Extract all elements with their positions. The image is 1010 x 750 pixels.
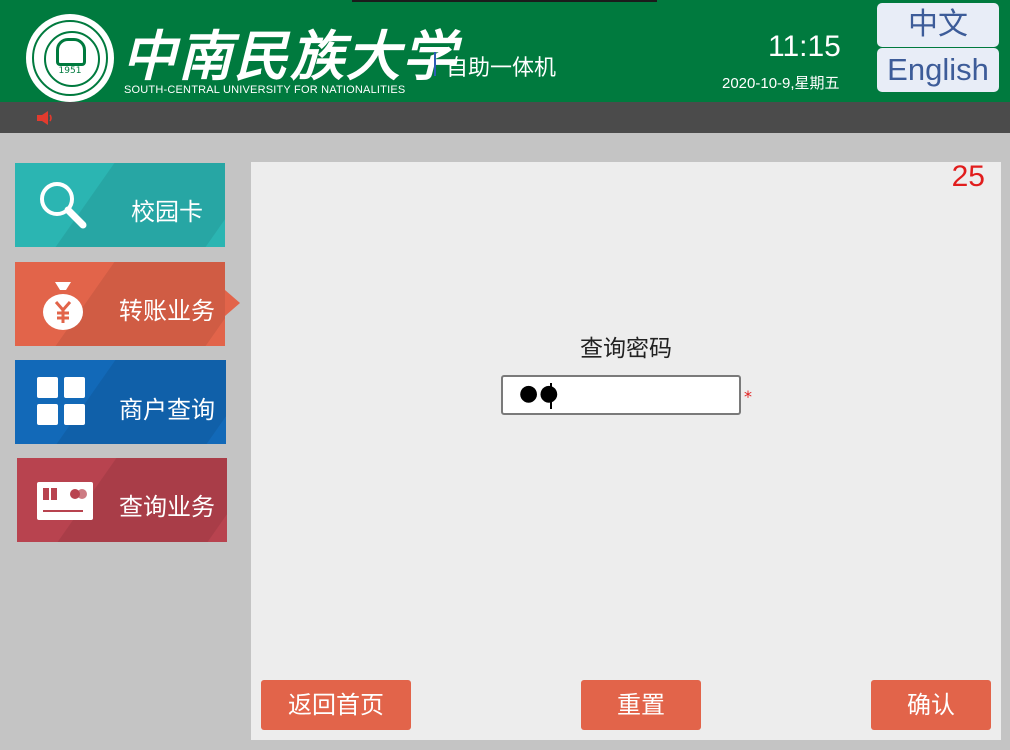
- menu-label: 商户查询: [119, 396, 215, 424]
- top-edge-line: [352, 0, 657, 2]
- selected-pointer: [225, 290, 240, 316]
- menu-item-campus-card[interactable]: 校园卡: [15, 163, 225, 247]
- confirm-button[interactable]: 确认: [871, 680, 991, 730]
- speaker-icon[interactable]: [36, 110, 56, 126]
- header-divider: [434, 52, 436, 76]
- university-name-cn: 中南民族大学: [122, 24, 458, 88]
- app-header: 1951 中南民族大学 SOUTH-CENTRAL UNIVERSITY FOR…: [0, 0, 1010, 102]
- search-icon: [40, 182, 87, 229]
- sound-toolbar: [0, 102, 1010, 133]
- menu-item-transfer[interactable]: 转账业务: [15, 262, 225, 346]
- reset-button[interactable]: 重置: [581, 680, 701, 730]
- university-logo: 1951: [26, 14, 114, 102]
- money-bag-icon: [43, 282, 83, 330]
- password-input[interactable]: ●●: [501, 375, 741, 415]
- clock-date: 2020-10-9,星期五: [722, 75, 840, 92]
- menu-label: 查询业务: [119, 493, 215, 521]
- language-english-button[interactable]: English: [877, 48, 999, 92]
- kiosk-title: 自助一体机: [446, 56, 557, 81]
- menu-label: 转账业务: [119, 297, 215, 325]
- language-chinese-button[interactable]: 中文: [877, 3, 999, 47]
- password-field-label: 查询密码: [580, 336, 672, 362]
- return-home-button[interactable]: 返回首页: [261, 680, 411, 730]
- bank-card-icon: [37, 482, 93, 520]
- clock-time: 11:15: [768, 30, 841, 63]
- grid-icon: [37, 377, 85, 425]
- countdown-timer: 25: [951, 160, 985, 193]
- main-panel: 25 查询密码 ●● * 返回首页 重置 确认: [251, 160, 1001, 740]
- menu-label: 校园卡: [131, 198, 203, 226]
- menu-item-query-business[interactable]: 查询业务: [17, 458, 227, 542]
- menu-item-merchant-query[interactable]: 商户查询: [15, 360, 226, 444]
- password-value: ●●: [519, 381, 560, 406]
- text-caret: [550, 383, 552, 409]
- logo-year: 1951: [58, 66, 82, 76]
- required-marker: *: [744, 387, 752, 406]
- university-name-en: SOUTH-CENTRAL UNIVERSITY FOR NATIONALITI…: [124, 84, 406, 96]
- logo-emblem-icon: [56, 38, 86, 66]
